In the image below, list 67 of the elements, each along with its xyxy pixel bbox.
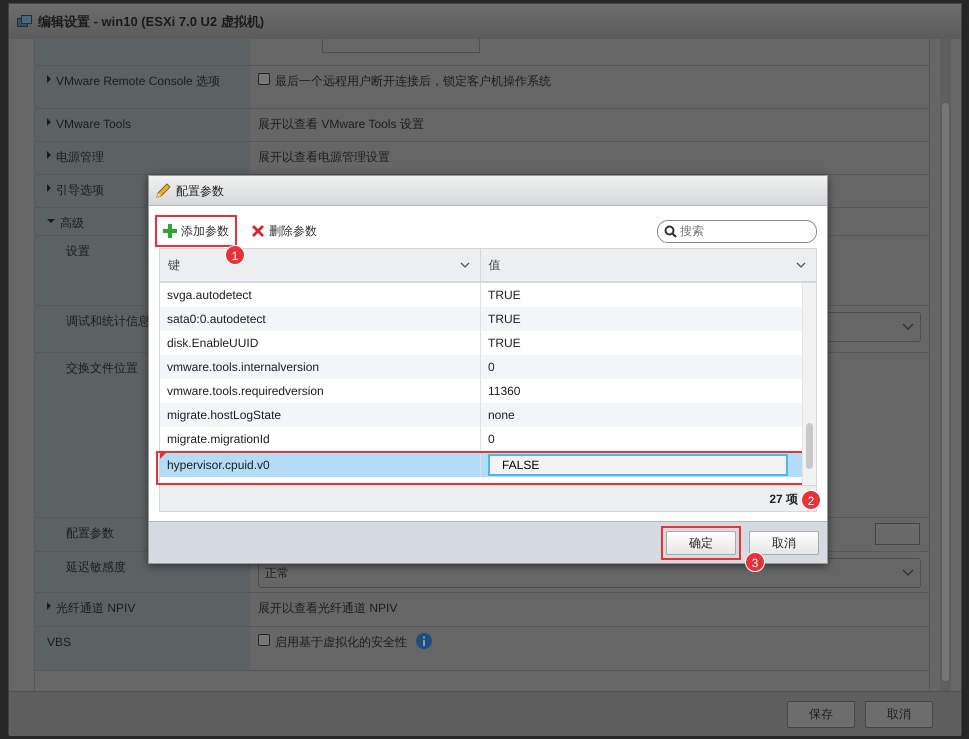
- setting-label: VMware Tools: [56, 116, 132, 133]
- collapsed-caret-icon[interactable]: [47, 184, 51, 192]
- collapsed-caret-icon[interactable]: [47, 118, 51, 126]
- table-cell: migrate.migrationId: [160, 427, 481, 451]
- table-cell: sata0:0.autodetect: [160, 307, 481, 331]
- chevron-icon: [902, 569, 914, 577]
- checkbox-label: 最后一个远程用户断开连接后，锁定客户机操作系统: [275, 73, 551, 90]
- button[interactable]: [875, 523, 920, 545]
- setting-label: 延迟敏感度: [66, 559, 126, 576]
- setting-label: 配置参数: [66, 525, 114, 542]
- checkbox[interactable]: [258, 73, 270, 85]
- cancel-button[interactable]: 取消: [749, 530, 819, 554]
- window-icon: [17, 15, 32, 28]
- chevron-icon: [902, 323, 914, 331]
- table-cell-text: none: [487, 407, 516, 424]
- search-icon: [664, 224, 677, 238]
- table-cell-text: TRUE: [487, 311, 522, 328]
- checkbox[interactable]: [258, 634, 270, 646]
- setting-value: 展开以查看光纤通道 NPIV: [258, 600, 398, 617]
- search-field[interactable]: 搜索: [657, 220, 817, 242]
- table-row[interactable]: sata0:0.autodetect TRUE: [160, 307, 802, 331]
- chevron-icon: [796, 262, 806, 268]
- scrollbar-thumb[interactable]: [806, 423, 813, 469]
- text-field[interactable]: [322, 39, 480, 53]
- callout-number: 1: [225, 245, 245, 265]
- setting-label: VBS: [47, 634, 72, 651]
- setting-value: 展开以查看 VMware Tools 设置: [258, 116, 424, 133]
- callout-number: 3: [745, 552, 765, 572]
- scrollbar-thumb[interactable]: [942, 103, 949, 681]
- table-row[interactable]: vmware.tools.internalversion 0: [160, 355, 802, 379]
- value-input[interactable]: FALSE: [488, 454, 788, 476]
- setting-label: 电源管理: [56, 149, 104, 166]
- window-title: 编辑设置 - win10 (ESXi 7.0 U2 虚拟机): [38, 12, 264, 31]
- table-row[interactable]: migrate.migrationId 0: [160, 427, 802, 451]
- table-cell-text: 11360: [487, 383, 522, 400]
- delete-button[interactable]: 删除参数: [247, 218, 321, 244]
- table-cell: migrate.hostLogState: [160, 403, 481, 427]
- checkbox-label: 启用基于虚拟化的安全性: [275, 634, 407, 651]
- setting-label: 设置: [66, 243, 90, 260]
- ok-button[interactable]: 确定: [666, 530, 736, 554]
- collapsed-caret-icon[interactable]: [47, 602, 51, 610]
- table-cell: vmware.tools.internalversion: [160, 355, 481, 379]
- plus-icon: [163, 224, 177, 238]
- collapsed-caret-icon[interactable]: [47, 151, 51, 159]
- callout-number: 2: [801, 490, 821, 510]
- pencil-icon: [155, 182, 171, 198]
- table-cell-text: TRUE: [487, 287, 522, 304]
- info-icon[interactable]: [416, 633, 432, 649]
- table-cell-text: TRUE: [487, 335, 522, 352]
- setting-label: 引导选项: [56, 182, 104, 199]
- setting-label: 光纤通道 NPIV: [56, 600, 136, 617]
- column-header[interactable]: 值: [480, 249, 816, 281]
- expanded-caret-icon[interactable]: [47, 219, 55, 223]
- add-button[interactable]: 添加参数: [159, 218, 233, 244]
- table-cell-text: 0: [487, 431, 496, 448]
- setting-label: 高级: [60, 215, 84, 232]
- dialog-title: 配置参数: [176, 182, 224, 200]
- setting-value: 展开以查看电源管理设置: [258, 149, 390, 166]
- table-row[interactable]: migrate.hostLogState none: [160, 403, 802, 427]
- setting-label: 交换文件位置: [66, 360, 138, 377]
- chevron-icon: [460, 262, 470, 268]
- setting-label: VMware Remote Console 选项: [56, 73, 220, 90]
- x-icon: [251, 224, 265, 238]
- item-count: 27 项: [769, 490, 798, 508]
- table-cell: hypervisor.cpuid.v0: [160, 453, 481, 477]
- collapsed-caret-icon[interactable]: [47, 75, 51, 83]
- table-cell-text: 0: [487, 359, 496, 376]
